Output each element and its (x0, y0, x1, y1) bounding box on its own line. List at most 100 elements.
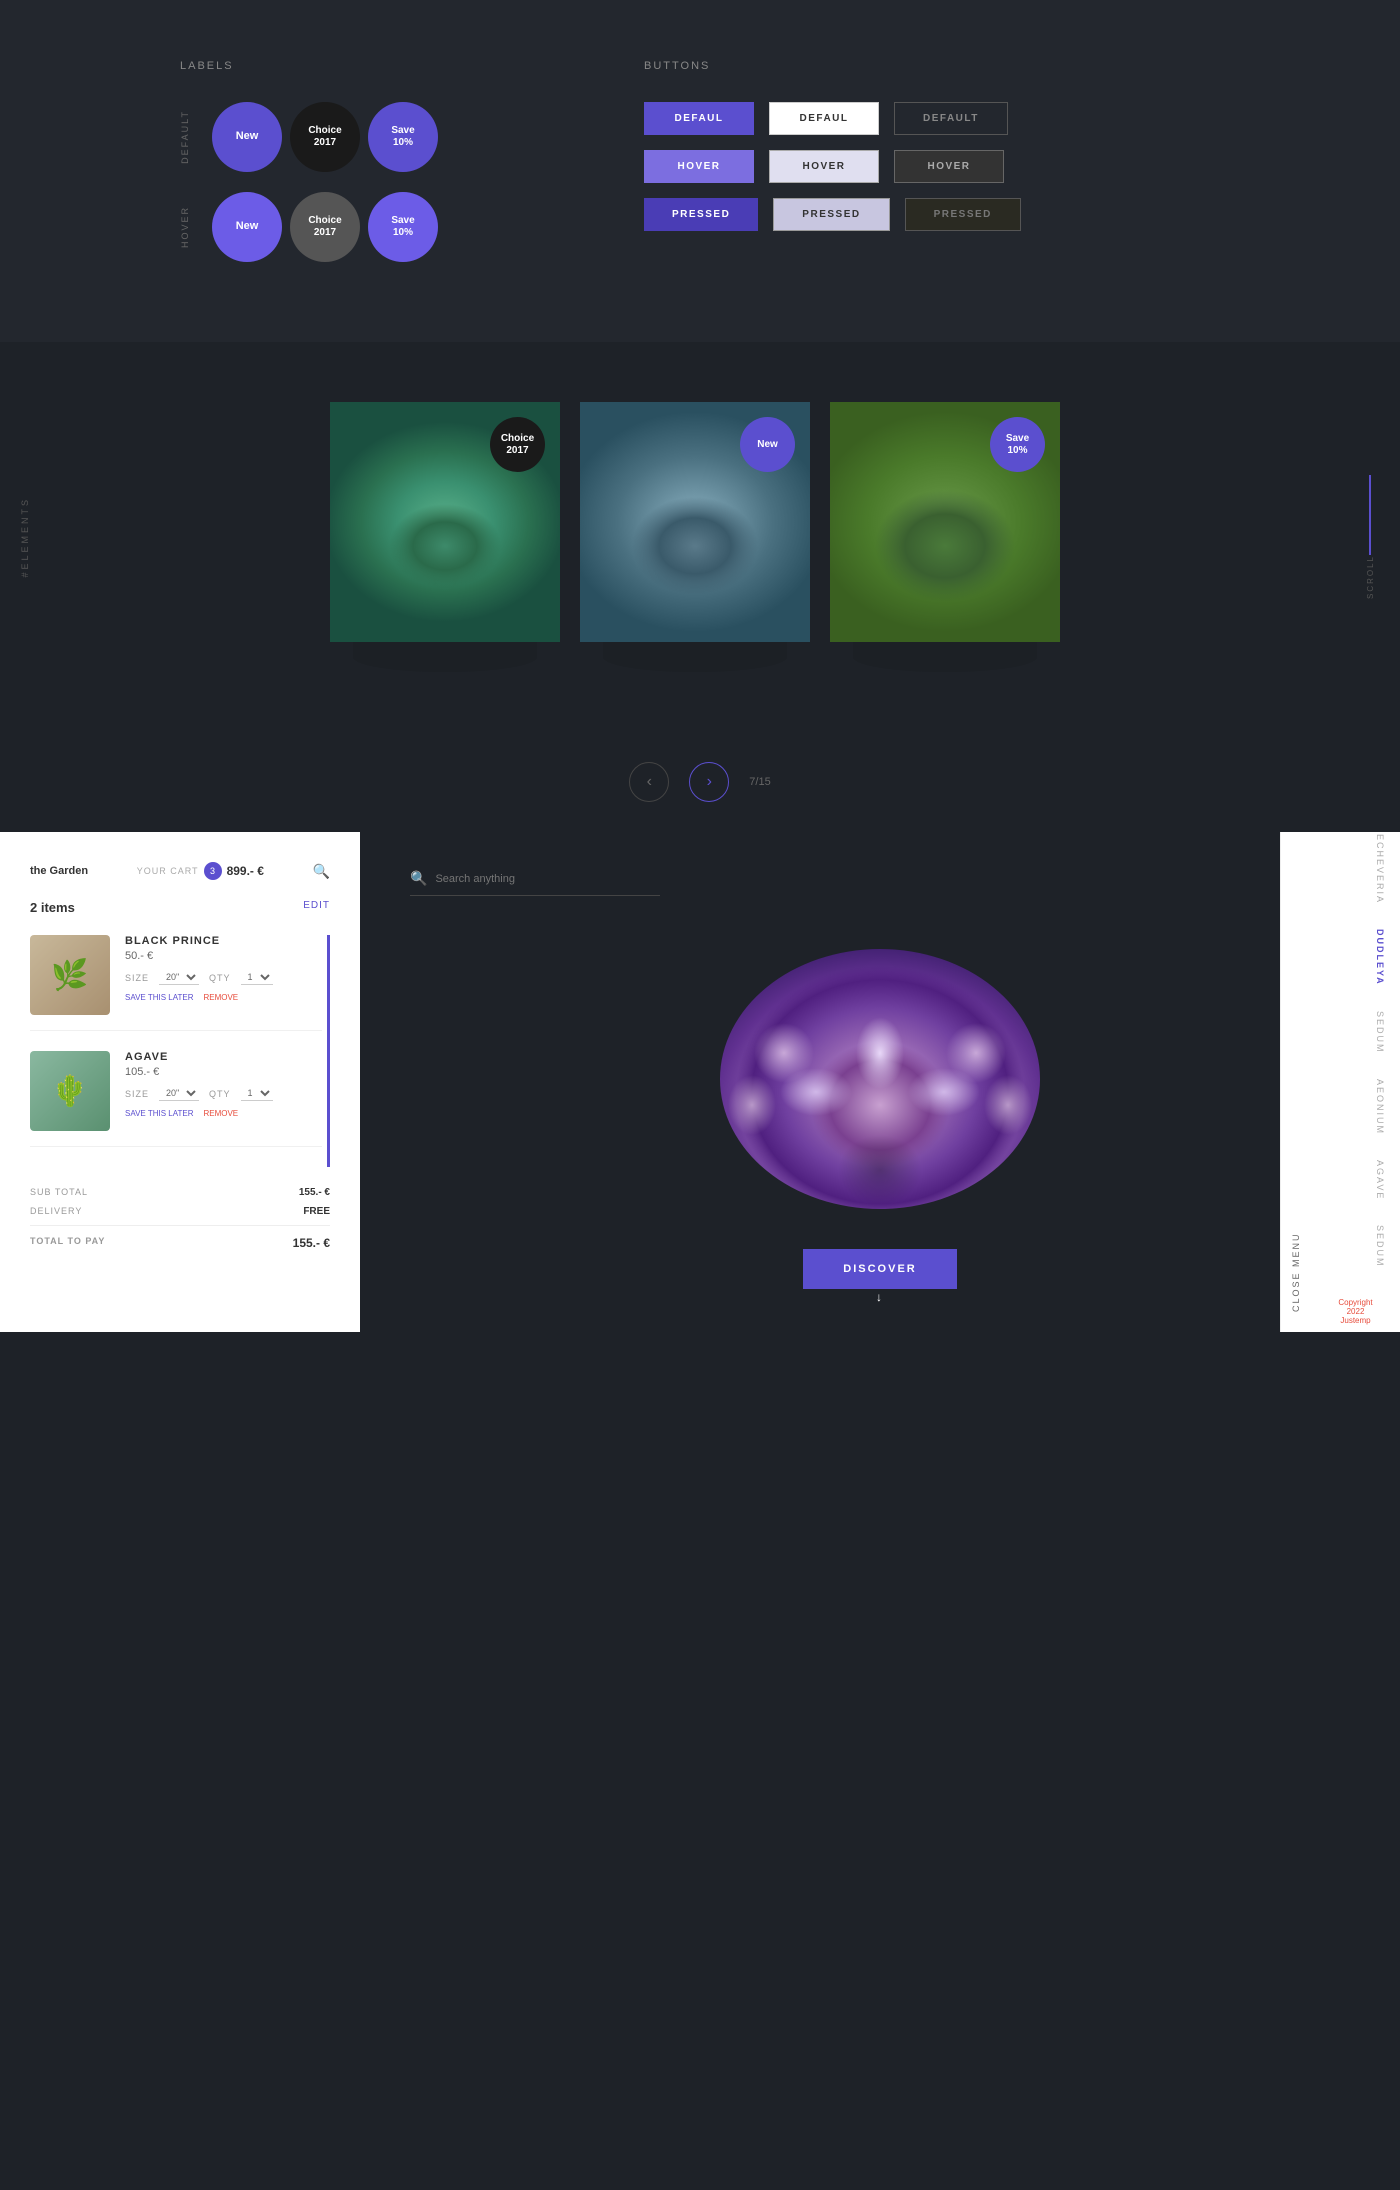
cart-item-1-size-select[interactable]: 20" (159, 970, 199, 985)
badge-choice-hover[interactable]: Choice2017 (290, 192, 360, 262)
cart-summary: SUB TOTAL 155.- € DELIVERY FREE TOTAL TO… (30, 1187, 330, 1250)
copyright-text: Copyright 2022 Justemp (1321, 1288, 1390, 1335)
cart-item-1-actions: SAVE THIS LATER REMOVE (125, 993, 322, 1002)
discover-button[interactable]: DISCOVER (803, 1249, 956, 1289)
card-2-shadow (603, 642, 787, 672)
card-1-badge: Choice2017 (490, 417, 545, 472)
btn-dark-pressed[interactable]: PRESSED (905, 198, 1021, 231)
btn-purple-default[interactable]: DEFAUL (644, 102, 754, 135)
cart-item-2: 🌵 AGAVE 105.- € SIZE 20" QTY 1 (30, 1051, 322, 1147)
cart-item-2-delete[interactable]: REMOVE (203, 1109, 238, 1118)
menu-item-sedum1[interactable]: SEDUM (1321, 1006, 1390, 1059)
labels-panel: LABELS DEFAULT New Choice2017 Save10% HO… (180, 60, 564, 282)
badge-save-hover[interactable]: Save10% (368, 192, 438, 262)
search-bar: 🔍 (410, 862, 660, 896)
cart-item-2-size-label: SIZE (125, 1089, 149, 1099)
btn-white-hover[interactable]: HOVER (769, 150, 879, 183)
bottom-spacer (0, 1332, 1400, 1732)
cart-item-1-delete[interactable]: REMOVE (203, 993, 238, 1002)
cart-item-1-details: BLACK PRINCE 50.- € SIZE 20" QTY 1 SAVE … (125, 935, 322, 1015)
card-1[interactable]: Choice2017 (330, 402, 560, 672)
badge-new-default[interactable]: New (212, 102, 282, 172)
cart-item-2-size-select[interactable]: 20" (159, 1086, 199, 1101)
pagination-prev[interactable]: ‹ (629, 762, 669, 802)
vertical-separator (1369, 475, 1371, 555)
label-row-default: DEFAULT New Choice2017 Save10% (180, 102, 564, 172)
cart-items-header: 2 items EDIT (30, 900, 330, 915)
btn-white-default[interactable]: DEFAUL (769, 102, 879, 135)
cart-scrollable[interactable]: 🌿 BLACK PRINCE 50.- € SIZE 20" QTY 1 (30, 935, 330, 1167)
cart-delivery-value: FREE (303, 1206, 330, 1217)
edit-link[interactable]: EDIT (303, 900, 330, 915)
side-menu: CLOSE MENU ECHEVERIA DUDLEYA SEDUM AEONI… (1280, 832, 1400, 1332)
cart-total-price: 899.- € (227, 864, 264, 878)
card-img-1: Choice2017 (330, 402, 560, 642)
menu-items-list: ECHEVERIA DUDLEYA SEDUM AEONIUM AGAVE SE… (1311, 832, 1400, 1332)
btn-dark-default[interactable]: DEFAULT (894, 102, 1008, 135)
menu-item-echeveria[interactable]: ECHEVERIA (1321, 829, 1390, 909)
scroll-label: SCROLL (1366, 555, 1375, 599)
cart-item-1-qty-label: QTY (209, 973, 231, 983)
btn-purple-hover[interactable]: HOVER (644, 150, 754, 183)
row-label-default: DEFAULT (180, 110, 192, 164)
search-input[interactable] (435, 873, 660, 885)
cart-item-1-options: SIZE 20" QTY 1 (125, 970, 322, 985)
menu-item-agave[interactable]: AGAVE (1321, 1155, 1390, 1205)
search-icon: 🔍 (410, 870, 427, 887)
top-section: LABELS DEFAULT New Choice2017 Save10% HO… (0, 0, 1400, 342)
cart-total-label: TOTAL TO PAY (30, 1236, 105, 1250)
elements-right: SCROLL (1340, 475, 1400, 599)
right-panel: 🔍 DISCOVER CLOSE MENU ECHEVERIA DUDLEYA … (360, 832, 1400, 1332)
cart-item-1: 🌿 BLACK PRINCE 50.- € SIZE 20" QTY 1 (30, 935, 322, 1031)
buttons-title: BUTTONS (644, 60, 1220, 72)
card-img-2: New (580, 402, 810, 642)
cart-item-2-img: 🌵 (30, 1051, 110, 1131)
items-count: 2 items (30, 900, 75, 915)
cart-summary-delivery: DELIVERY FREE (30, 1206, 330, 1217)
search-icon-cart[interactable]: 🔍 (313, 863, 330, 880)
card-3-badge: Save10% (990, 417, 1045, 472)
card-3-shadow (853, 642, 1037, 672)
cart-delivery-label: DELIVERY (30, 1206, 82, 1217)
cart-item-2-qty-label: QTY (209, 1089, 231, 1099)
cart-item-2-actions: SAVE THIS LATER REMOVE (125, 1109, 322, 1118)
elements-section-label: #ELEMENTS (0, 497, 50, 578)
your-cart-label: YOUR CART (137, 866, 199, 876)
cart-summary-subtotal: SUB TOTAL 155.- € (30, 1187, 330, 1198)
close-menu-label[interactable]: CLOSE MENU (1280, 832, 1311, 1332)
button-row-default: DEFAUL DEFAUL DEFAULT (644, 102, 1220, 135)
menu-item-aeonium[interactable]: AEONIUM (1321, 1074, 1390, 1140)
card-img-3: Save10% (830, 402, 1060, 642)
btn-white-pressed[interactable]: PRESSED (773, 198, 889, 231)
cart-item-1-size-label: SIZE (125, 973, 149, 983)
cart-subtotal-value: 155.- € (299, 1187, 330, 1198)
cart-header: the Garden YOUR CART 3 899.- € 🔍 (30, 862, 330, 880)
card-2[interactable]: New (580, 402, 810, 672)
cart-info: YOUR CART 3 899.- € (137, 862, 264, 880)
plant-image (720, 949, 1040, 1209)
pagination: ‹ › 7/15 (0, 732, 1400, 832)
card-3[interactable]: Save10% (830, 402, 1060, 672)
badge-save-default[interactable]: Save10% (368, 102, 438, 172)
badge-new-hover[interactable]: New (212, 192, 282, 262)
labels-title: LABELS (180, 60, 564, 72)
btn-dark-hover[interactable]: HOVER (894, 150, 1004, 183)
card-1-shadow (353, 642, 537, 672)
cart-item-1-qty-select[interactable]: 1 (241, 970, 273, 985)
cart-item-1-price: 50.- € (125, 950, 322, 962)
badge-choice-default[interactable]: Choice2017 (290, 102, 360, 172)
pagination-next[interactable]: › (689, 762, 729, 802)
cart-count-badge: 3 (204, 862, 222, 880)
btn-purple-pressed[interactable]: PRESSED (644, 198, 758, 231)
cart-item-2-qty-select[interactable]: 1 (241, 1086, 273, 1101)
cart-item-1-name: BLACK PRINCE (125, 935, 322, 947)
bottom-section: the Garden YOUR CART 3 899.- € 🔍 2 items… (0, 832, 1400, 1332)
cart-item-1-save[interactable]: SAVE THIS LATER (125, 993, 193, 1002)
cart-item-2-save[interactable]: SAVE THIS LATER (125, 1109, 193, 1118)
menu-item-sedum2[interactable]: SEDUM (1321, 1220, 1390, 1273)
cart-item-2-options: SIZE 20" QTY 1 (125, 1086, 322, 1101)
cart-panel: the Garden YOUR CART 3 899.- € 🔍 2 items… (0, 832, 360, 1332)
cart-brand: the Garden (30, 865, 88, 877)
menu-item-dudleya[interactable]: DUDLEYA (1321, 924, 1390, 991)
cart-summary-total: TOTAL TO PAY 155.- € (30, 1225, 330, 1250)
